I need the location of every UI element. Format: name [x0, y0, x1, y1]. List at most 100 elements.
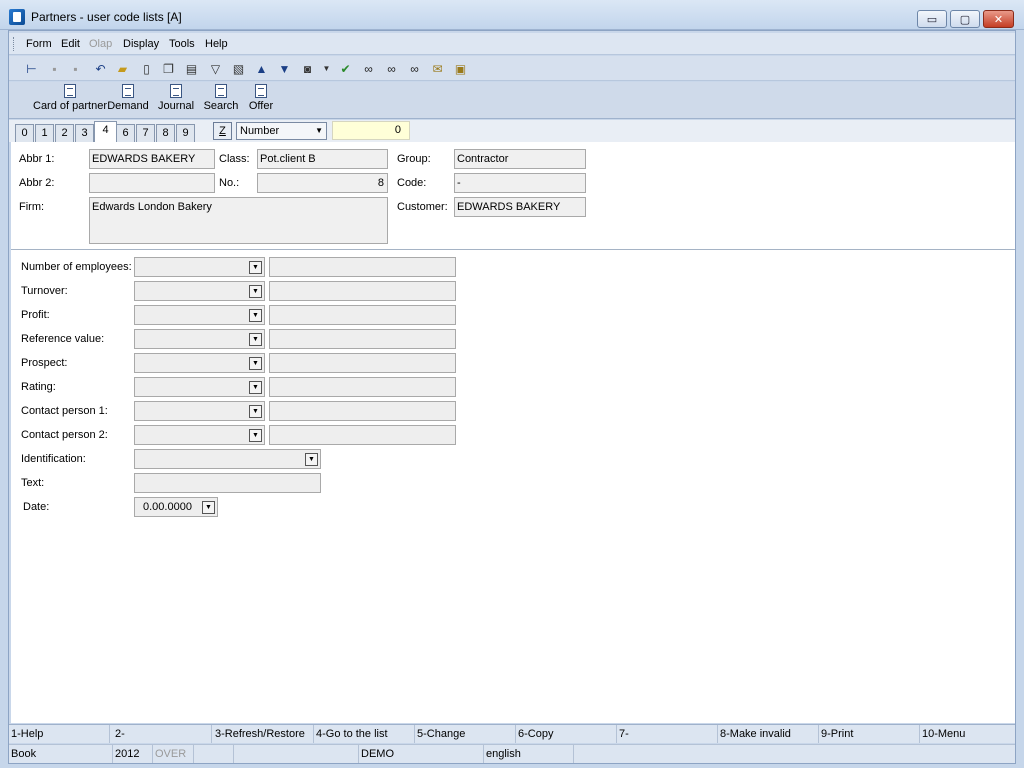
firm-field[interactable]: Edwards London Bakery — [89, 197, 388, 244]
arrow-up-icon[interactable]: ▲ — [253, 60, 270, 77]
tabs-row: 0 1 2 3 4 6 7 8 9 Z Number ▼ 0 — [9, 120, 1015, 142]
text-field[interactable] — [134, 473, 321, 493]
card-of-partner-button[interactable]: Card of partner — [25, 84, 115, 117]
fkey-help[interactable]: 1-Help — [9, 725, 110, 743]
contact-person-1-text[interactable] — [269, 401, 456, 421]
rating-text[interactable] — [269, 377, 456, 397]
number-value-field[interactable]: 0 — [332, 121, 410, 140]
reference-value-combo[interactable]: ▼ — [134, 329, 265, 349]
status-module: Book — [9, 745, 113, 763]
fkey-make-invalid[interactable]: 8-Make invalid — [718, 725, 819, 743]
code-field[interactable]: - — [454, 173, 586, 193]
abbr1-field[interactable]: EDWARDS BAKERY — [89, 149, 215, 169]
profit-text[interactable] — [269, 305, 456, 325]
contact-person-2-combo[interactable]: ▼ — [134, 425, 265, 445]
turnover-text[interactable] — [269, 281, 456, 301]
menu-display[interactable]: Display — [123, 38, 159, 50]
fkey-goto-list[interactable]: 4-Go to the list — [314, 725, 415, 743]
group-field[interactable]: Contractor — [454, 149, 586, 169]
binoculars-icon[interactable]: ∞ — [360, 60, 377, 77]
tab-1[interactable]: 1 — [35, 124, 54, 142]
journal-button[interactable]: Journal — [157, 84, 195, 117]
binoculars-prev-icon[interactable]: ∞ — [406, 60, 423, 77]
chevron-down-icon: ▼ — [249, 309, 262, 322]
tab-2[interactable]: 2 — [55, 124, 74, 142]
chevron-down-icon: ▼ — [249, 333, 262, 346]
menu-help[interactable]: Help — [205, 38, 228, 50]
reference-value-text[interactable] — [269, 329, 456, 349]
filter-doc-icon[interactable]: ▧ — [230, 60, 247, 77]
tab-7[interactable]: 7 — [136, 124, 155, 142]
group-label: Group: — [397, 153, 431, 165]
demand-button[interactable]: Demand — [107, 84, 149, 117]
turnover-combo[interactable]: ▼ — [134, 281, 265, 301]
document-icon — [255, 84, 267, 98]
contact-person-2-text[interactable] — [269, 425, 456, 445]
prospect-combo[interactable]: ▼ — [134, 353, 265, 373]
tab-6[interactable]: 6 — [116, 124, 135, 142]
prospect-text[interactable] — [269, 353, 456, 373]
customer-field[interactable]: EDWARDS BAKERY — [454, 197, 586, 217]
chevron-down-icon: ▼ — [249, 381, 262, 394]
menu-tools[interactable]: Tools — [169, 38, 195, 50]
offer-button[interactable]: Offer — [246, 84, 276, 117]
employees-text[interactable] — [269, 257, 456, 277]
firm-label: Firm: — [19, 201, 45, 213]
profit-combo[interactable]: ▼ — [134, 305, 265, 325]
class-field[interactable]: Pot.client B — [257, 149, 388, 169]
fkey-print[interactable]: 9-Print — [819, 725, 920, 743]
dropdown-icon[interactable]: ▼ — [318, 60, 335, 77]
document-icon — [122, 84, 134, 98]
tab-9[interactable]: 9 — [176, 124, 195, 142]
arrow-down-icon[interactable]: ▼ — [276, 60, 293, 77]
abbr2-field[interactable] — [89, 173, 215, 193]
calendar-dropdown-icon[interactable]: ▼ — [202, 501, 215, 514]
no-field[interactable]: 8 — [257, 173, 388, 193]
document-icon — [170, 84, 182, 98]
employees-combo[interactable]: ▼ — [134, 257, 265, 277]
camera-icon[interactable]: ◙ — [299, 60, 316, 77]
fkey-2[interactable]: 2- — [113, 725, 212, 743]
menu-form[interactable]: Form — [26, 38, 52, 50]
maximize-button[interactable]: ▢ — [950, 10, 980, 28]
tab-3[interactable]: 3 — [75, 124, 94, 142]
fkey-7[interactable]: 7- — [617, 725, 718, 743]
tab-0[interactable]: 0 — [15, 124, 34, 142]
check-icon[interactable]: ✔ — [337, 60, 354, 77]
tree-icon[interactable]: ⊢ — [23, 60, 40, 77]
fkey-menu[interactable]: 10-Menu — [920, 725, 1015, 743]
date-field[interactable]: 0.00.0000 ▼ — [134, 497, 218, 517]
z-button[interactable]: Z — [213, 122, 232, 140]
status-db: DEMO — [359, 745, 484, 763]
binoculars-next-icon[interactable]: ∞ — [383, 60, 400, 77]
mail-icon[interactable]: ✉ — [429, 60, 446, 77]
status-empty-2 — [234, 745, 359, 763]
new-icon[interactable]: ▯ — [138, 60, 155, 77]
open-icon[interactable]: ▰ — [114, 60, 131, 77]
class-label: Class: — [219, 153, 250, 165]
fkey-change[interactable]: 5-Change — [415, 725, 516, 743]
turnover-label: Turnover: — [21, 285, 68, 297]
book-icon[interactable]: ▤ — [183, 60, 200, 77]
identification-combo[interactable]: ▼ — [134, 449, 321, 469]
menu-grip — [13, 37, 16, 51]
undo-icon[interactable]: ↶ — [92, 60, 109, 77]
tab-4[interactable]: 4 — [94, 121, 117, 142]
tab-8[interactable]: 8 — [156, 124, 175, 142]
employees-label: Number of employees: — [21, 261, 132, 273]
menu-edit[interactable]: Edit — [61, 38, 80, 50]
copy-icon[interactable]: ❐ — [160, 60, 177, 77]
sort-select[interactable]: Number ▼ — [236, 122, 327, 140]
contact-person-1-combo[interactable]: ▼ — [134, 401, 265, 421]
close-button[interactable]: ✕ — [983, 10, 1014, 28]
search-button[interactable]: Search — [202, 84, 240, 117]
filter-icon[interactable]: ▽ — [207, 60, 224, 77]
save-as-icon: ▪ — [73, 61, 78, 76]
fkey-refresh[interactable]: 3-Refresh/Restore — [213, 725, 314, 743]
identification-label: Identification: — [21, 453, 86, 465]
minimize-button[interactable]: ▭ — [917, 10, 947, 28]
rating-combo[interactable]: ▼ — [134, 377, 265, 397]
profit-label: Profit: — [21, 309, 50, 321]
clipboard-icon[interactable]: ▣ — [452, 60, 469, 77]
fkey-copy[interactable]: 6-Copy — [516, 725, 617, 743]
